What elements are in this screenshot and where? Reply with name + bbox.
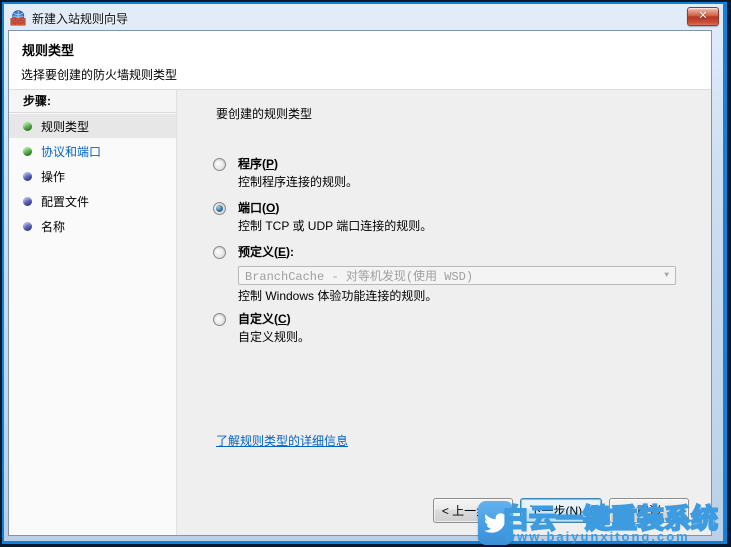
steps-pane: 步骤: 规则类型 协议和端口 操作 配置文件 名称 xyxy=(9,90,177,535)
radio-port[interactable] xyxy=(213,202,226,215)
step-label: 配置文件 xyxy=(41,194,90,209)
cancel-button[interactable]: 取消 xyxy=(609,498,689,523)
firewall-icon xyxy=(10,10,26,26)
radio-predefined[interactable] xyxy=(213,246,226,259)
step-bullet-icon xyxy=(23,196,32,206)
option-label: 自定义(C) xyxy=(238,312,291,326)
radio-option-predefined: 预定义(E): BranchCache - 对等机发现(使用 WSD) ▼ 控制… xyxy=(213,245,676,304)
step-name: 名称 xyxy=(9,214,176,238)
step-profile: 配置文件 xyxy=(9,189,176,213)
option-description: 控制 Windows 体验功能连接的规则。 xyxy=(238,289,438,303)
step-bullet-icon xyxy=(23,171,32,181)
page-subtitle: 选择要创建的防火墙规则类型 xyxy=(21,68,178,82)
close-icon: ✕ xyxy=(698,10,708,22)
next-button[interactable]: 下一步(N) > xyxy=(520,498,602,523)
radio-option-program: 程序(P) 控制程序连接的规则。 xyxy=(213,157,358,190)
option-label: 程序(P) xyxy=(238,157,279,171)
radio-option-custom: 自定义(C) 自定义规则。 xyxy=(213,312,310,345)
option-description: 控制程序连接的规则。 xyxy=(238,175,359,189)
step-label: 规则类型 xyxy=(41,119,90,134)
step-action: 操作 xyxy=(9,164,176,188)
content-pane: 要创建的规则类型 程序(P) 控制程序连接的规则。 端口(O) 控制 TCP 或… xyxy=(177,90,711,535)
step-label: 操作 xyxy=(41,169,66,184)
step-bullet-icon xyxy=(23,121,32,131)
chevron-down-icon: ▼ xyxy=(664,271,669,280)
step-rule-type: 规则类型 xyxy=(9,114,176,138)
option-description: 控制 TCP 或 UDP 端口连接的规则。 xyxy=(238,219,433,233)
predefined-rule-value: BranchCache - 对等机发现(使用 WSD) xyxy=(245,270,474,284)
step-bullet-icon xyxy=(23,146,32,156)
close-button[interactable]: ✕ xyxy=(687,7,719,26)
prompt-label: 要创建的规则类型 xyxy=(216,107,313,121)
step-label: 名称 xyxy=(41,219,66,234)
radio-option-port: 端口(O) 控制 TCP 或 UDP 端口连接的规则。 xyxy=(213,201,432,234)
predefined-rule-select[interactable]: BranchCache - 对等机发现(使用 WSD) ▼ xyxy=(238,266,676,285)
wizard-dialog: 规则类型 选择要创建的防火墙规则类型 步骤: 规则类型 协议和端口 操作 配置文… xyxy=(8,30,712,536)
radio-custom[interactable] xyxy=(213,313,226,326)
option-description: 自定义规则。 xyxy=(238,330,311,344)
step-label: 协议和端口 xyxy=(41,144,102,159)
back-button[interactable]: < 上一步(B) xyxy=(433,498,513,523)
titlebar: 新建入站规则向导 xyxy=(10,8,675,28)
step-protocol-ports[interactable]: 协议和端口 xyxy=(9,139,176,163)
option-label: 端口(O) xyxy=(238,201,280,215)
window-title: 新建入站规则向导 xyxy=(32,11,129,26)
step-bullet-icon xyxy=(23,221,32,231)
page-title: 规则类型 xyxy=(22,43,75,58)
radio-program[interactable] xyxy=(213,158,226,171)
wizard-header: 规则类型 选择要创建的防火墙规则类型 xyxy=(9,31,711,90)
option-label: 预定义(E): xyxy=(238,245,295,259)
steps-heading: 步骤: xyxy=(9,90,176,113)
learn-more-link[interactable]: 了解规则类型的详细信息 xyxy=(216,432,348,449)
